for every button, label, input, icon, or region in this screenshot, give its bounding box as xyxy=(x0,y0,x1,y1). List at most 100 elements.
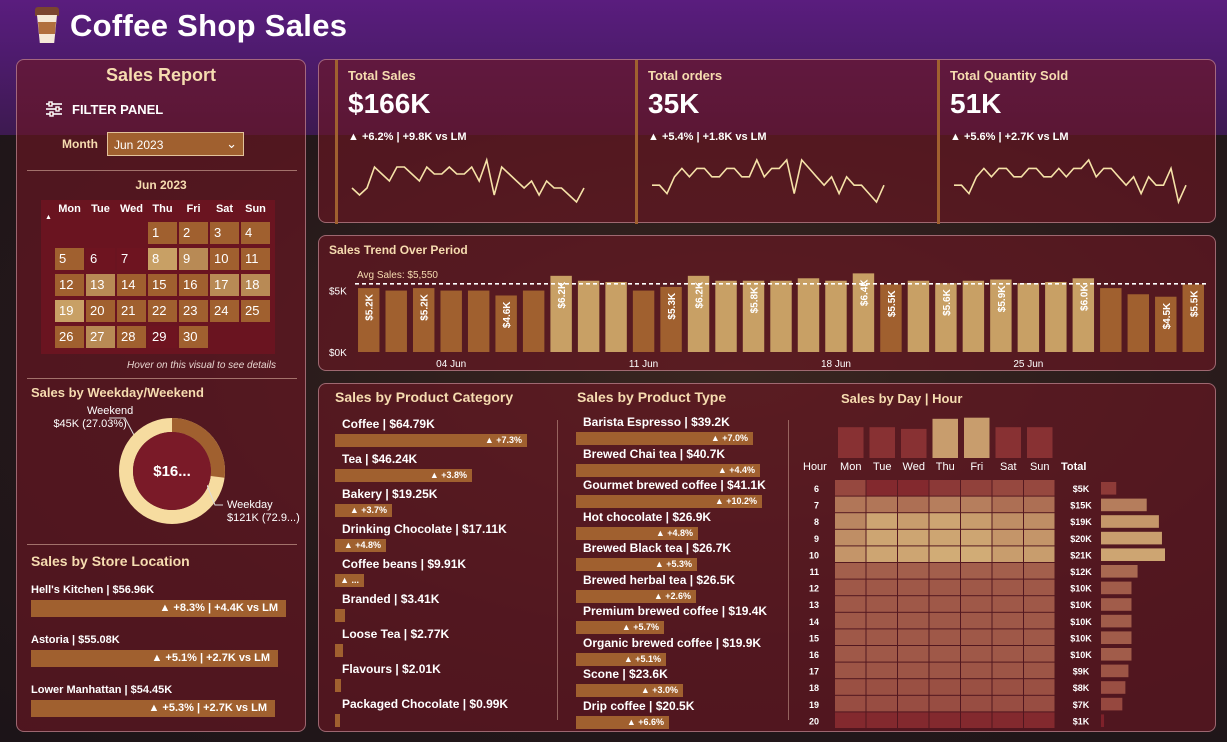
heatmap-cell[interactable] xyxy=(866,596,898,612)
heatmap-day-total-bar[interactable] xyxy=(901,428,927,458)
heatmap-cell[interactable] xyxy=(1024,679,1055,695)
calendar-grid[interactable]: Mon Tue Wed Thu Fri Sat Sun ▲ 1 2 3 4 5 6 7 8 9 10 11 12 1… xyxy=(41,200,275,354)
heatmap-cell[interactable] xyxy=(866,480,898,496)
calendar-day[interactable]: 9 xyxy=(179,248,208,270)
heatmap-cell[interactable] xyxy=(961,546,992,562)
calendar-day[interactable]: 11 xyxy=(241,248,270,270)
type-item[interactable]: Hot chocolate | $26.9K ▲ +4.8% xyxy=(576,510,711,540)
heatmap-cell[interactable] xyxy=(1024,662,1055,679)
heatmap-cell[interactable] xyxy=(866,563,898,579)
heatmap-cell[interactable] xyxy=(898,612,929,629)
heatmap-cell[interactable] xyxy=(835,712,866,728)
heatmap-cell[interactable] xyxy=(992,480,1024,496)
heatmap-cell[interactable] xyxy=(835,496,866,513)
heatmap-cell[interactable] xyxy=(961,579,992,596)
heatmap-day-total-bar[interactable] xyxy=(869,427,896,458)
trend-bar[interactable] xyxy=(770,280,792,352)
heatmap-cell[interactable] xyxy=(898,529,929,546)
heatmap-cell[interactable] xyxy=(992,596,1024,612)
heatmap-cell[interactable] xyxy=(992,529,1024,546)
heatmap-cell[interactable] xyxy=(992,579,1024,596)
heatmap-day-total-bar[interactable] xyxy=(932,418,959,458)
heatmap-cell[interactable] xyxy=(866,679,898,695)
trend-bar[interactable] xyxy=(1127,294,1150,352)
heatmap-cell[interactable] xyxy=(866,646,898,662)
heatmap-cell[interactable] xyxy=(835,612,866,629)
heatmap-cell[interactable] xyxy=(961,679,992,695)
heatmap-cell[interactable] xyxy=(898,579,929,596)
heatmap-cell[interactable] xyxy=(992,679,1024,695)
heatmap-cell[interactable] xyxy=(835,579,866,596)
heatmap-cell[interactable] xyxy=(929,695,961,712)
kpi-card-2[interactable]: Total orders 35K ▲ +5.4% | +1.8K vs LM xyxy=(635,60,935,224)
heatmap-cell[interactable] xyxy=(992,513,1024,529)
heatmap-cell[interactable] xyxy=(835,513,866,529)
heatmap-cell[interactable] xyxy=(929,679,961,695)
heatmap-cell[interactable] xyxy=(898,563,929,579)
heatmap-cell[interactable] xyxy=(866,579,898,596)
heatmap-cell[interactable] xyxy=(929,529,961,546)
trend-bar[interactable] xyxy=(577,280,600,352)
heatmap-cell[interactable] xyxy=(961,596,992,612)
heatmap-day-total-bar[interactable] xyxy=(838,427,864,458)
category-item[interactable]: Packaged Chocolate | $0.99K xyxy=(335,697,508,727)
calendar-day[interactable]: 3 xyxy=(210,222,239,244)
calendar-day[interactable]: 26 xyxy=(55,326,84,348)
heatmap-cell[interactable] xyxy=(1024,712,1055,728)
heatmap-cell[interactable] xyxy=(929,596,961,612)
heatmap-cell[interactable] xyxy=(992,629,1024,645)
heatmap-cell[interactable] xyxy=(929,496,961,513)
heatmap-cell[interactable] xyxy=(866,546,898,562)
heatmap-cell[interactable] xyxy=(1024,563,1055,579)
heatmap-cell[interactable] xyxy=(835,695,866,712)
trend-bar[interactable] xyxy=(605,281,627,352)
trend-bar[interactable] xyxy=(1045,281,1067,352)
heatmap-cell[interactable] xyxy=(1024,513,1055,529)
kpi-card-3[interactable]: Total Quantity Sold 51K ▲ +5.6% | +2.7K vs… xyxy=(937,60,1207,224)
heatmap-cell[interactable] xyxy=(866,712,898,728)
trend-bar[interactable] xyxy=(962,280,985,352)
calendar-day[interactable]: 10 xyxy=(210,248,239,270)
category-item[interactable]: Bakery | $19.25K ▲ +3.7% xyxy=(335,487,437,517)
trend-bar[interactable] xyxy=(907,280,930,352)
heatmap-cell[interactable] xyxy=(1024,596,1055,612)
heatmap-cell[interactable] xyxy=(929,662,961,679)
heatmap-cell[interactable] xyxy=(992,546,1024,562)
heatmap-cell[interactable] xyxy=(1024,629,1055,645)
heatmap-cell[interactable] xyxy=(1024,646,1055,662)
heatmap-day-total-bar[interactable] xyxy=(964,417,990,458)
heatmap-cell[interactable] xyxy=(898,679,929,695)
heatmap-cell[interactable] xyxy=(898,546,929,562)
heatmap-cell[interactable] xyxy=(898,712,929,728)
calendar-day[interactable]: 7 xyxy=(117,248,146,270)
trend-bar[interactable] xyxy=(385,290,407,352)
type-item[interactable]: Organic brewed coffee | $19.9K ▲ +5.1% xyxy=(576,636,761,666)
category-item[interactable]: Coffee beans | $9.91K ▲ ... xyxy=(335,557,466,587)
calendar-day[interactable]: 23 xyxy=(179,300,208,322)
heatmap-cell[interactable] xyxy=(929,712,961,728)
heatmap-cell[interactable] xyxy=(866,612,898,629)
heatmap-cell[interactable] xyxy=(1024,579,1055,596)
trend-bar[interactable] xyxy=(522,290,545,352)
month-dropdown[interactable]: Jun 2023 ⌄ xyxy=(107,132,244,156)
heatmap-cell[interactable] xyxy=(898,596,929,612)
calendar-day[interactable]: 22 xyxy=(148,300,177,322)
heatmap-cell[interactable] xyxy=(866,629,898,645)
type-item[interactable]: Scone | $23.6K ▲ +3.0% xyxy=(576,667,683,697)
calendar-day[interactable]: 24 xyxy=(210,300,239,322)
heatmap-cell[interactable] xyxy=(929,480,961,496)
calendar-day[interactable]: 12 xyxy=(55,274,84,296)
sales-trend-chart[interactable]: Sales Trend Over Period $0K $5K $5.2K $5.2K $… xyxy=(319,236,1217,372)
trend-bar[interactable] xyxy=(715,280,737,352)
heatmap-cell[interactable] xyxy=(866,529,898,546)
heatmap-cell[interactable] xyxy=(835,629,866,645)
trend-bar[interactable] xyxy=(467,290,490,352)
heatmap-cell[interactable] xyxy=(835,529,866,546)
heatmap-cell[interactable] xyxy=(835,646,866,662)
heatmap-cell[interactable] xyxy=(929,612,961,629)
heatmap-cell[interactable] xyxy=(961,529,992,546)
heatmap-cell[interactable] xyxy=(961,646,992,662)
heatmap-cell[interactable] xyxy=(835,662,866,679)
heatmap-cell[interactable] xyxy=(835,596,866,612)
trend-bar[interactable] xyxy=(632,290,655,352)
